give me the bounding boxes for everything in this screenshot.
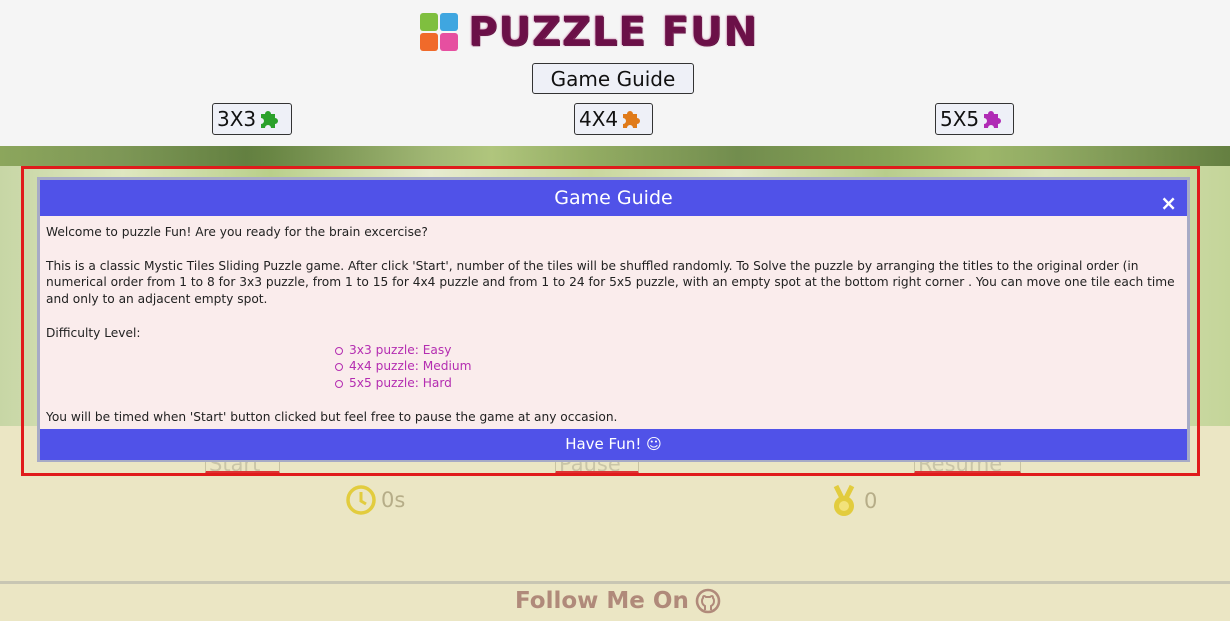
modal-header: Game Guide × (40, 180, 1187, 216)
list-item: 5x5 puzzle: Hard (335, 375, 1181, 392)
clock-icon (346, 485, 376, 515)
timing-text: You will be timed when 'Start' button cl… (46, 409, 618, 424)
modal-body: Welcome to puzzle Fun! Are you ready for… (40, 216, 1187, 429)
list-item: 3x3 puzzle: Easy (335, 342, 1181, 359)
follow-label: Follow Me On (515, 588, 689, 614)
game-guide-modal: Game Guide × Welcome to puzzle Fun! Are … (37, 177, 1190, 462)
difficulty-label: Difficulty Level: (46, 325, 141, 340)
welcome-text: Welcome to puzzle Fun! Are you ready for… (46, 225, 428, 239)
game-guide-button[interactable]: Game Guide (532, 63, 694, 94)
puzzle-piece-icon (623, 111, 641, 128)
puzzle-piece-icon (984, 111, 1002, 128)
description-text: This is a classic Mystic Tiles Sliding P… (46, 258, 1175, 307)
moves-counter: 0 (828, 484, 877, 518)
size-label: 5X5 (940, 107, 980, 131)
medal-icon (833, 484, 855, 516)
timer-value: 0s (381, 488, 406, 512)
modal-footer: Have Fun! ☺ (40, 429, 1187, 460)
header: PUZZLE FUN Game Guide 3X3 4X4 5X5 (0, 0, 1230, 146)
close-icon[interactable]: × (1160, 193, 1177, 213)
size-5x5-button[interactable]: 5X5 (935, 103, 1014, 135)
puzzle-logo-icon (420, 13, 458, 51)
footer: Follow Me On (0, 581, 1230, 621)
moves-value: 0 (864, 489, 878, 513)
size-label: 3X3 (217, 107, 257, 131)
list-item: 4x4 puzzle: Medium (335, 358, 1181, 375)
timer: 0s (345, 484, 405, 516)
github-icon (695, 588, 721, 614)
brand: PUZZLE FUN (420, 9, 758, 55)
puzzle-piece-icon (261, 111, 279, 128)
modal-title: Game Guide (554, 187, 673, 209)
difficulty-list: 3x3 puzzle: Easy 4x4 puzzle: Medium 5x5 … (335, 342, 1181, 392)
background-leaves (0, 146, 1230, 166)
app-title: PUZZLE FUN (468, 9, 758, 55)
size-3x3-button[interactable]: 3X3 (212, 103, 292, 135)
size-4x4-button[interactable]: 4X4 (574, 103, 653, 135)
size-label: 4X4 (579, 107, 619, 131)
follow-link[interactable]: Follow Me On (515, 588, 721, 614)
